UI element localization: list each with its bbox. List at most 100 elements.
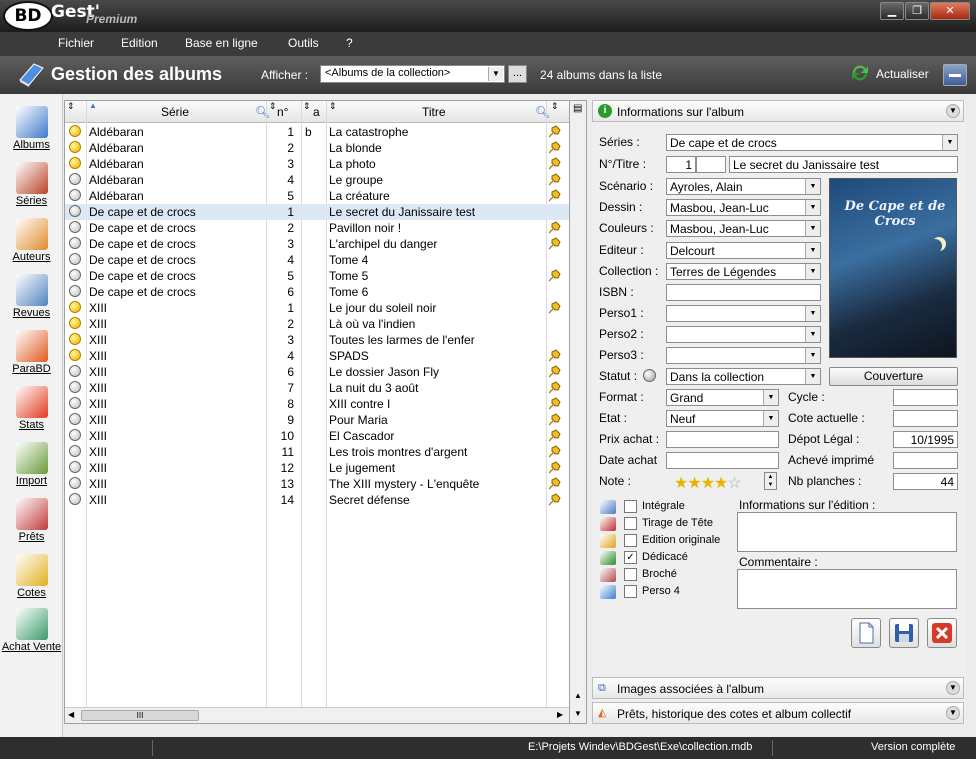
table-row[interactable]: De cape et de crocs 1 Le secret du Janissa… [65,204,569,220]
series-select[interactable]: De cape et de crocs ▼ [666,134,958,151]
sidebar-item-import[interactable]: Import [0,442,63,487]
sidebar-item-parabd[interactable]: ParaBD [0,330,63,375]
table-row[interactable]: Aldébaran 4 Le groupe [65,172,569,188]
rating-spinner[interactable]: ▲ ▼ [764,472,777,490]
sort-icon[interactable]: ⇕ [303,101,311,112]
table-row[interactable]: XIII 4 SPADS [65,348,569,364]
table-row[interactable]: XIII 13 The XIII mystery - L'enquête [65,476,569,492]
cote-field[interactable] [893,410,958,427]
scenario-select[interactable]: Ayroles, Alain ▼ [666,178,821,195]
editeur-select[interactable]: Delcourt ▼ [666,242,821,259]
table-row[interactable]: De cape et de crocs 6 Tome 6 [65,284,569,300]
table-row[interactable]: De cape et de crocs 2 Pavillon noir ! [65,220,569,236]
sidebar-item-cotes[interactable]: Cotes [0,554,63,599]
comment-textarea[interactable] [737,569,957,609]
menu-help[interactable]: ? [346,36,353,50]
checkbox-dédicacé[interactable]: ✓ [624,551,637,564]
menu-edition[interactable]: Edition [121,36,158,50]
vertical-scrollbar[interactable]: ▤ ▲ ▼ [570,100,587,724]
menu-base-en-ligne[interactable]: Base en ligne [185,36,258,50]
sort-icon[interactable]: ⇕ [551,101,559,112]
col-titre[interactable]: Titre [422,105,446,119]
rating-stars[interactable]: ★★★★☆ [674,473,742,493]
checkbox-intégrale[interactable] [624,500,637,513]
col-a[interactable]: a [313,105,320,119]
arrow-left-icon[interactable]: ◀ [68,710,74,719]
table-row[interactable]: De cape et de crocs 5 Tome 5 [65,268,569,284]
menu-fichier[interactable]: Fichier [58,36,94,50]
title-field[interactable]: Le secret du Janissaire test [729,156,958,173]
acheve-field[interactable] [893,452,958,469]
couleurs-select[interactable]: Masbou, Jean-Luc ▼ [666,220,821,237]
menu-outils[interactable]: Outils [288,36,319,50]
statut-select[interactable]: Dans la collection ▼ [666,368,821,385]
close-button[interactable]: ✕ [930,2,970,20]
cover-image[interactable]: De Cape et de Crocs [829,178,957,358]
chevron-down-icon[interactable]: ▼ [946,681,960,695]
table-row[interactable]: XIII 3 Toutes les larmes de l'enfer [65,332,569,348]
sort-icon[interactable]: ⇕ [269,101,277,112]
table-row[interactable]: XIII 9 Pour Maria [65,412,569,428]
table-row[interactable]: XIII 11 Les trois montres d'argent [65,444,569,460]
table-row[interactable]: XIII 6 Le dossier Jason Fly [65,364,569,380]
prets-section[interactable]: ◭ Prêts, historique des cotes et album c… [592,702,964,724]
minimize-button[interactable]: ▁ [880,2,904,20]
horizontal-scrollbar[interactable]: ◀ III ▶ [65,707,569,723]
col-serie[interactable]: Série [161,105,189,119]
perso1-select[interactable]: ▼ [666,305,821,322]
depot-field[interactable]: 10/1995 [893,431,958,448]
arrow-up-icon[interactable]: ▲ [574,691,582,700]
checkbox-broché[interactable] [624,568,637,581]
checkbox-edition-originale[interactable] [624,534,637,547]
perso2-select[interactable]: ▼ [666,326,821,343]
sidebar-item-stats[interactable]: Stats [0,386,63,431]
checkbox-perso-4[interactable] [624,585,637,598]
table-row[interactable]: XIII 2 Là où va l'indien [65,316,569,332]
table-row[interactable]: Aldébaran 3 La photo [65,156,569,172]
dessin-select[interactable]: Masbou, Jean-Luc ▼ [666,199,821,216]
prix-field[interactable] [666,431,779,448]
columns-icon[interactable]: ▤ [573,103,582,114]
collapse-button[interactable] [943,64,967,86]
date-field[interactable] [666,452,779,469]
edition-info-textarea[interactable] [737,512,957,552]
table-row[interactable]: XIII 1 Le jour du soleil noir [65,300,569,316]
refresh-icon[interactable] [849,62,871,84]
sidebar-item-prêts[interactable]: Prêts [0,498,63,543]
sidebar-item-séries[interactable]: Séries [0,162,63,207]
format-select[interactable]: Grand ▼ [666,389,779,406]
table-row[interactable]: XIII 14 Secret défense [65,492,569,508]
table-row[interactable]: Aldébaran 2 La blonde [65,140,569,156]
sort-icon[interactable]: ⇕ [329,101,337,112]
refresh-button[interactable]: Actualiser [876,67,929,81]
table-row[interactable]: XIII 8 XIII contre I [65,396,569,412]
num-suffix-field[interactable] [696,156,726,173]
table-row[interactable]: Aldébaran 1 b La catastrophe [65,124,569,140]
table-row[interactable]: XIII 10 El Cascador [65,428,569,444]
filter-select[interactable]: <Albums de la collection> ▼ [320,65,505,83]
new-button[interactable] [851,618,881,648]
save-button[interactable] [889,618,919,648]
table-row[interactable]: De cape et de crocs 4 Tome 4 [65,252,569,268]
table-row[interactable]: XIII 12 Le jugement [65,460,569,476]
isbn-field[interactable] [666,284,821,301]
planches-field[interactable]: 44 [893,473,958,490]
num-field[interactable]: 1 [666,156,696,173]
sidebar-item-albums[interactable]: Albums [0,106,63,151]
cancel-button[interactable] [927,618,957,648]
scroll-thumb[interactable]: III [81,710,199,721]
collection-select[interactable]: Terres de Légendes ▼ [666,263,821,280]
chevron-down-icon[interactable]: ▼ [946,104,960,118]
checkbox-tirage-de-tête[interactable] [624,517,637,530]
sidebar-item-achat-vente[interactable]: Achat Vente [0,608,63,653]
filter-more-button[interactable]: ... [508,65,527,83]
info-header[interactable]: i Informations sur l'album ▼ [592,100,964,122]
cover-button[interactable]: Couverture [829,367,958,386]
table-row[interactable]: De cape et de crocs 3 L'archipel du danger [65,236,569,252]
sort-icon[interactable]: ⇕ [67,101,75,112]
perso3-select[interactable]: ▼ [666,347,821,364]
cycle-field[interactable] [893,389,958,406]
arrow-right-icon[interactable]: ▶ [557,710,563,719]
etat-select[interactable]: Neuf ▼ [666,410,779,427]
chevron-down-icon[interactable]: ▼ [946,706,960,720]
